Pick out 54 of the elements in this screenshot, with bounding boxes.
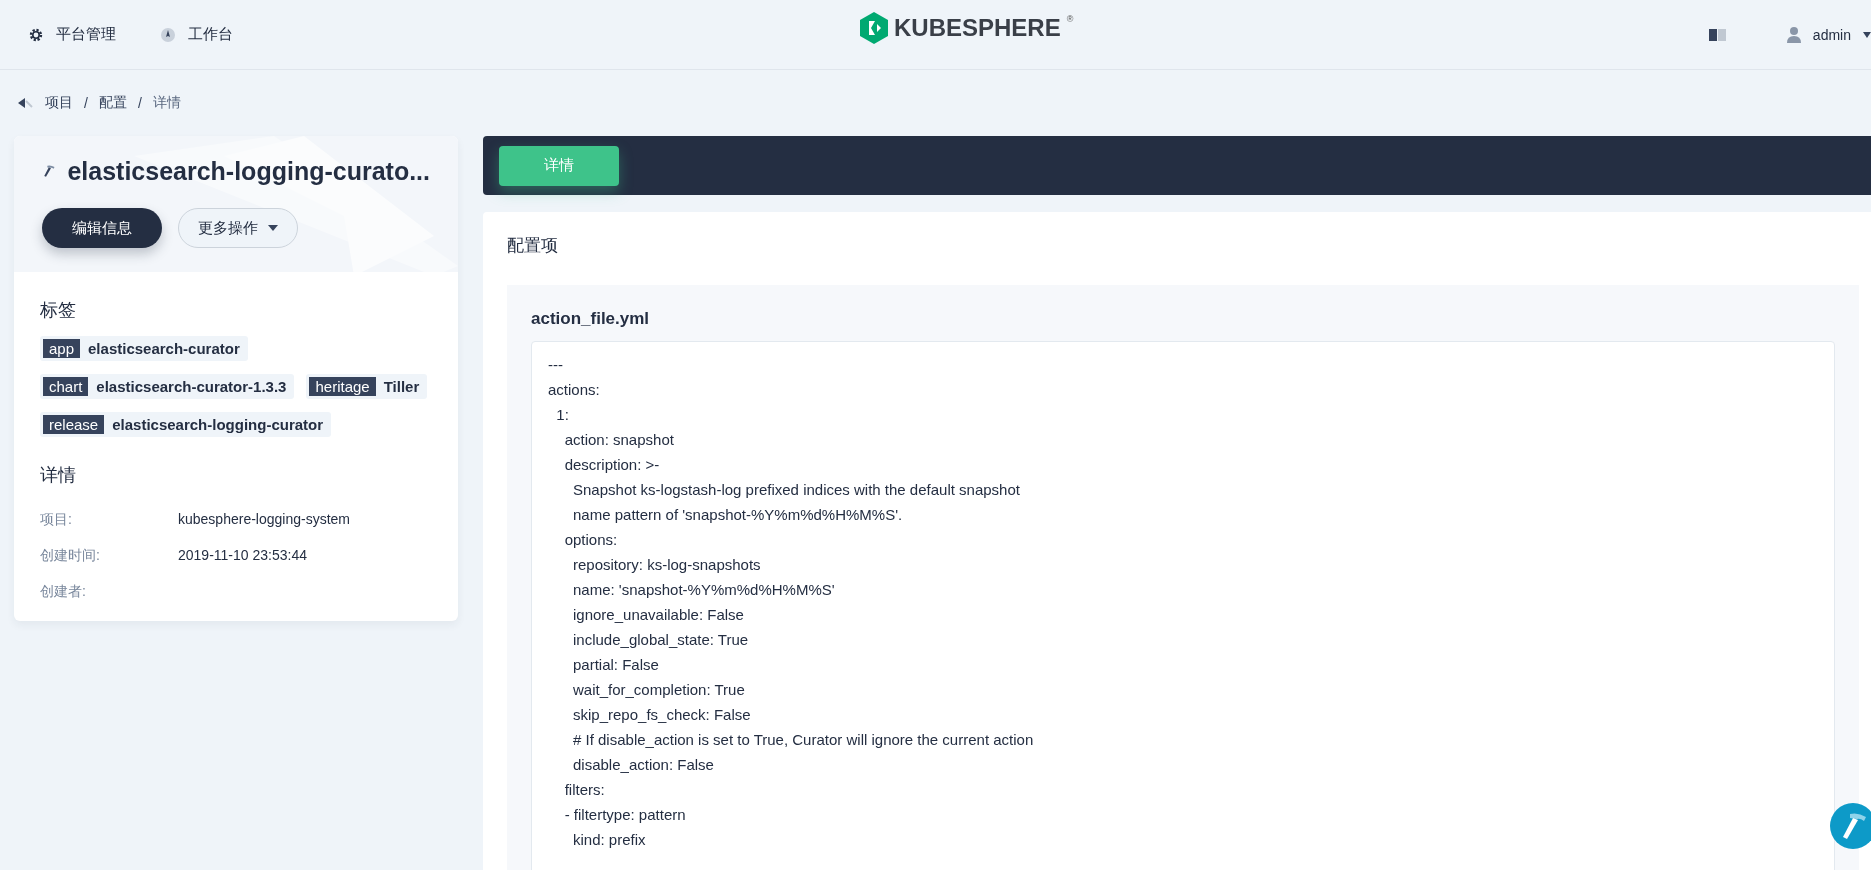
code-line: actions: [548,380,601,400]
code-line: wait_for_completion: True [572,680,746,700]
user-icon [1786,26,1801,43]
more-actions-button[interactable]: 更多操作 [178,208,298,248]
code-line: description: >- [563,455,661,475]
code-line: 1: [555,405,570,425]
compass-icon [160,26,176,43]
label-tag: heritage Tiller [306,374,428,399]
panel-title: 配置项 [507,235,559,257]
section-title: 标签 [39,299,77,322]
code-line: ignore_unavailable: False [572,605,745,625]
detail-label: 创建者: [40,583,87,601]
code-line: kind: prefix [572,830,647,850]
caret-icon[interactable] [1863,31,1871,38]
code-line: skip_repo_fs_check: False [572,705,752,725]
code-line: options: [563,530,619,550]
label-tag: chart elasticsearch-curator-1.3.3 [40,374,295,399]
detail-value: kubesphere-logging-system [178,511,351,529]
code-line: --- [548,355,564,375]
detail-label: 项目: [40,511,73,529]
user-name[interactable]: admin [1812,26,1851,43]
label-tag: release elasticsearch-logging-curator [40,412,332,437]
section-title: 详情 [39,464,77,487]
back-icon[interactable] [18,97,34,109]
caret-icon [268,225,278,231]
detail-label: 创建时间: [40,547,101,565]
registered-mark: ® [1066,14,1074,24]
logo-text: KUBESPHERE [894,14,1061,42]
breadcrumb-current: 详情 [152,94,181,112]
logo-icon [860,12,888,44]
code-line: action: snapshot [563,430,675,450]
resource-title: elasticsearch-logging-curato... [67,156,430,186]
file-name: action_file.yml [531,309,651,329]
nav-item[interactable]: 平台管理 [28,25,116,44]
nav-item[interactable]: 工作台 [160,25,233,44]
breadcrumb-separator: / [137,95,142,111]
code-line: # If disable_action is set to True, Curator will ignore the current action [572,730,1035,750]
code-line: name: 'snapshot-%Y%m%d%H%M%S' [572,580,836,600]
code-line: disable_action: False [572,755,715,775]
code-line: name pattern of 'snapshot-%Y%m%d%H%M%S'. [572,505,904,525]
code-line: - filtertype: pattern [563,805,687,825]
code-line: filters: [563,780,606,800]
edit-button[interactable]: 编辑信息 [42,208,162,248]
breadcrumb-item[interactable]: 项目 [45,94,73,112]
code-line: include_global_state: True [572,630,750,650]
label-tag: app elasticsearch-curator [40,336,248,361]
breadcrumb-item[interactable]: 配置 [98,94,127,112]
code-line: partial: False [572,655,660,675]
book-icon[interactable] [1708,27,1727,42]
breadcrumb-separator: / [84,95,88,111]
gear-icon [28,26,44,43]
detail-value: 2019-11-10 23:53:44 [178,547,308,565]
code-line: repository: ks-log-snapshots [572,555,762,575]
code-line: Snapshot ks-logstash-log prefixed indices with the default snapshot [572,480,1021,500]
